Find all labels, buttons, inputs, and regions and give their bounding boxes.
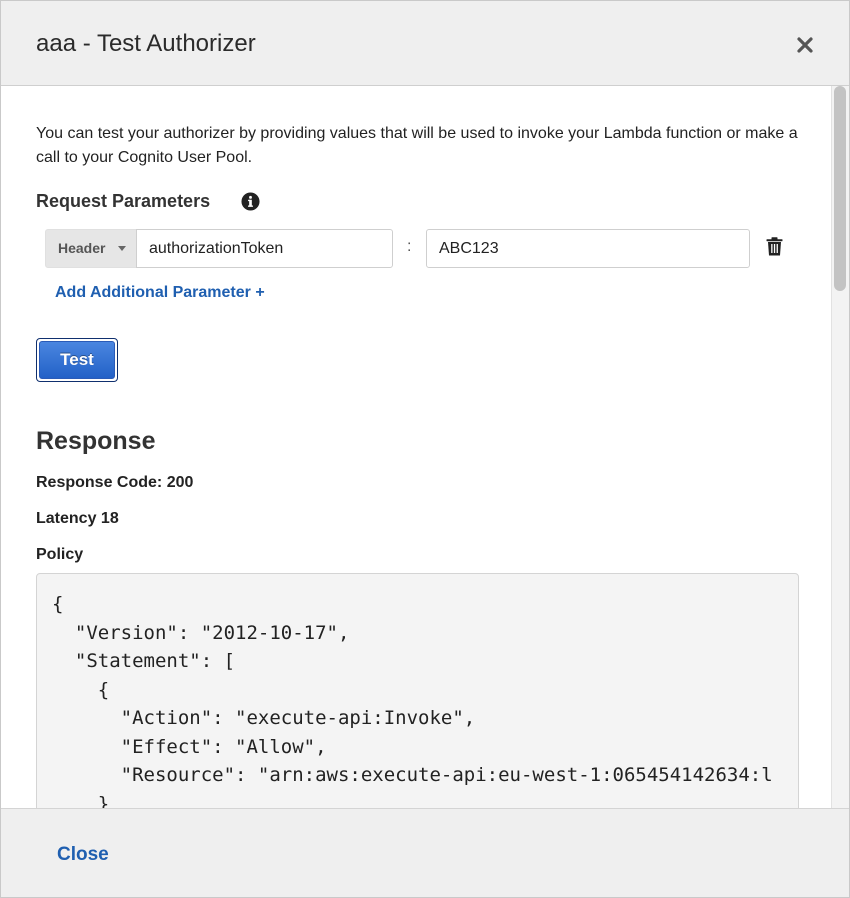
dialog-title: aaa - Test Authorizer [36, 30, 256, 57]
close-icon[interactable] [793, 33, 817, 57]
chevron-down-icon [118, 246, 126, 251]
response-latency: Latency 18 [36, 510, 119, 527]
policy-label: Policy [36, 546, 84, 563]
dialog-footer: Close [1, 808, 849, 897]
add-parameter-link[interactable]: Add Additional Parameter + [55, 284, 265, 302]
intro-text: You can test your authorizer by providin… [36, 125, 798, 166]
scrollbar-thumb[interactable] [834, 86, 846, 291]
response-code: Response Code: 200 [36, 474, 194, 491]
parameter-name-input[interactable] [136, 229, 393, 268]
info-icon[interactable] [241, 192, 260, 211]
parameter-value-input[interactable] [426, 229, 750, 268]
parameter-separator: : [407, 238, 412, 255]
trash-icon[interactable] [766, 237, 783, 256]
response-heading: Response [36, 427, 156, 455]
test-button-label: Test [39, 341, 115, 379]
parameter-type-value: Header [58, 240, 106, 256]
dialog-body: You can test your authorizer by providin… [1, 86, 849, 808]
test-button[interactable]: Test [36, 338, 118, 382]
policy-code-box[interactable]: { "Version": "2012-10-17", "Statement": … [36, 573, 799, 808]
parameter-type-select[interactable]: Header [45, 229, 137, 268]
request-parameters-label: Request Parameters [36, 191, 211, 211]
policy-json: { "Version": "2012-10-17", "Statement": … [52, 593, 773, 808]
test-authorizer-dialog: aaa - Test Authorizer You can test your … [0, 0, 850, 898]
close-button[interactable]: Close [57, 844, 109, 866]
dialog-header: aaa - Test Authorizer [1, 1, 849, 86]
